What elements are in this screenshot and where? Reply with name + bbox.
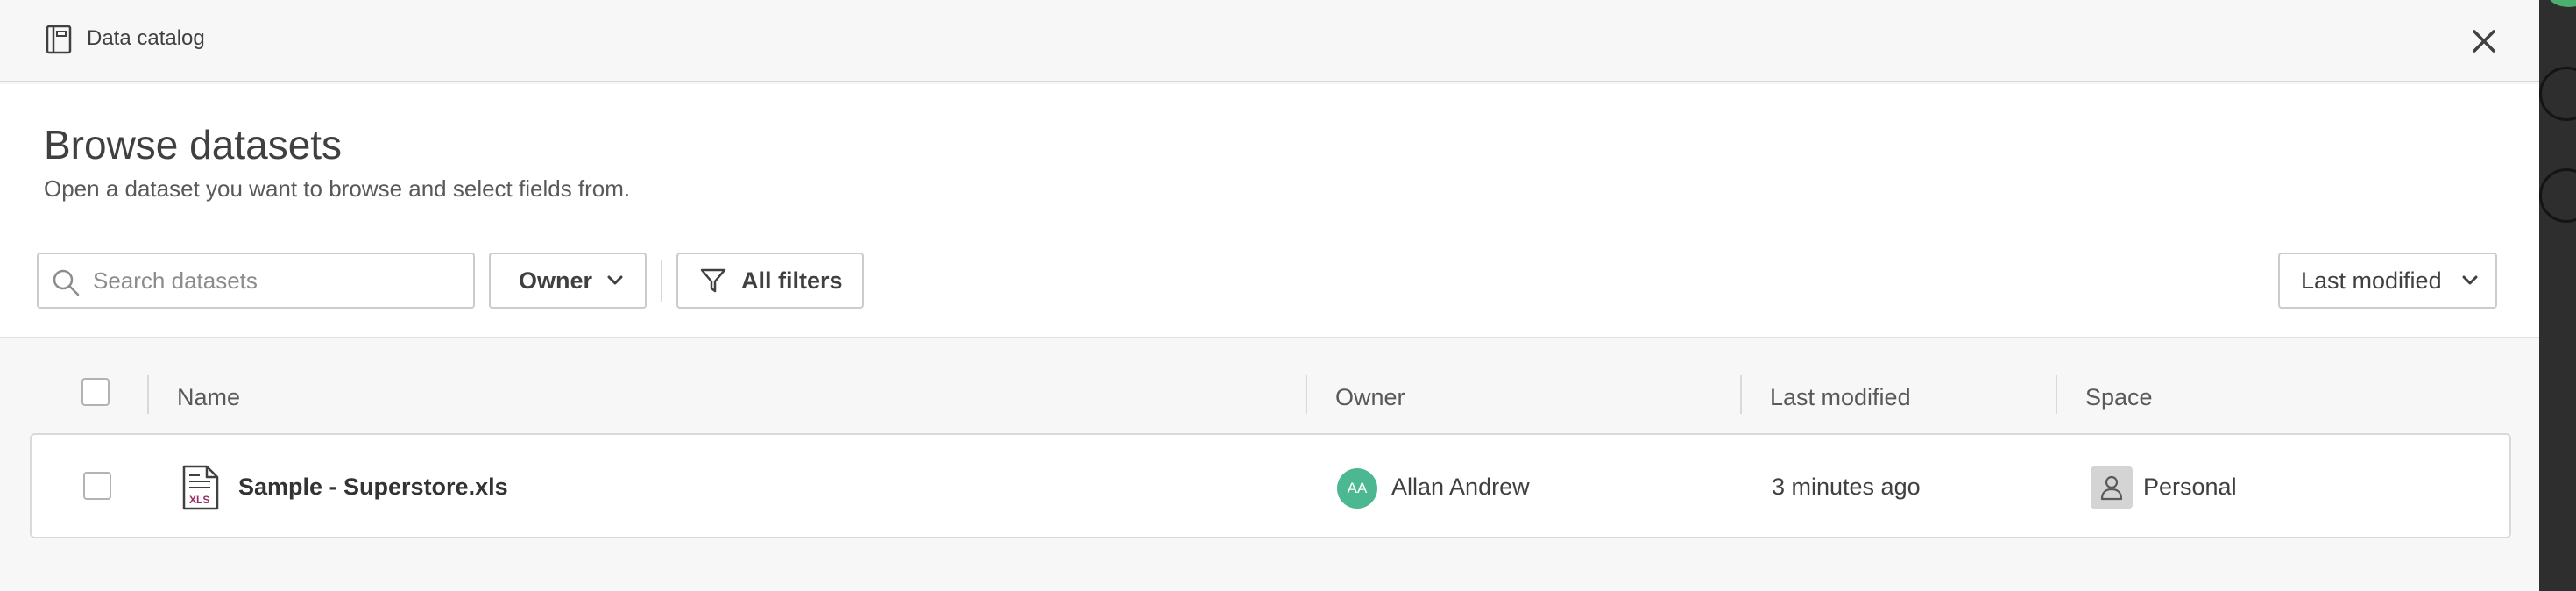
data-catalog-dialog: Data catalog Browse datasets Open a data…	[0, 0, 2539, 591]
owner-filter-label: Owner	[519, 267, 593, 294]
column-divider	[147, 375, 149, 414]
chevron-down-icon	[607, 275, 623, 285]
filter-icon	[700, 268, 726, 293]
all-filters-label: All filters	[741, 267, 843, 294]
page-title: Browse datasets	[44, 122, 343, 167]
space-label: Personal	[2143, 474, 2237, 500]
owner-name: Allan Andrew	[1391, 474, 1530, 500]
column-header-name[interactable]: Name	[177, 384, 240, 411]
column-header-owner[interactable]: Owner	[1335, 384, 1405, 411]
toolbar-divider	[661, 260, 662, 302]
column-divider	[2056, 375, 2057, 414]
last-modified-value: 3 minutes ago	[1772, 474, 1921, 500]
person-icon	[2100, 475, 2123, 501]
row-checkbox[interactable]	[83, 472, 111, 500]
column-divider	[1306, 375, 1307, 414]
search-box[interactable]	[37, 253, 475, 309]
select-all-checkbox[interactable]	[81, 378, 110, 406]
page-subtitle: Open a dataset you want to browse and se…	[44, 175, 631, 202]
space-icon	[2091, 466, 2133, 509]
dialog-title: Data catalog	[87, 26, 205, 50]
search-icon	[53, 269, 80, 296]
close-icon[interactable]	[2467, 25, 2501, 58]
search-input[interactable]	[93, 263, 461, 298]
xls-file-icon: XLS	[182, 465, 219, 510]
table-row[interactable]: XLS Sample - Superstore.xls AA Allan And…	[30, 433, 2511, 538]
sort-dropdown[interactable]: Last modified	[2278, 253, 2497, 309]
column-header-last-modified[interactable]: Last modified	[1770, 384, 1911, 411]
chevron-down-icon	[2462, 275, 2478, 285]
owner-filter-button[interactable]: Owner	[489, 253, 647, 309]
avatar: AA	[1337, 468, 1377, 509]
all-filters-button[interactable]: All filters	[676, 253, 864, 309]
xls-badge: XLS	[189, 494, 209, 506]
column-header-space[interactable]: Space	[2085, 384, 2153, 411]
book-icon	[46, 25, 72, 54]
column-divider	[1740, 375, 1742, 414]
dataset-name[interactable]: Sample - Superstore.xls	[238, 474, 508, 501]
browse-panel: Browse datasets Open a dataset you want …	[0, 84, 2539, 338]
dialog-header: Data catalog	[0, 0, 2539, 82]
sort-label: Last modified	[2301, 267, 2442, 294]
